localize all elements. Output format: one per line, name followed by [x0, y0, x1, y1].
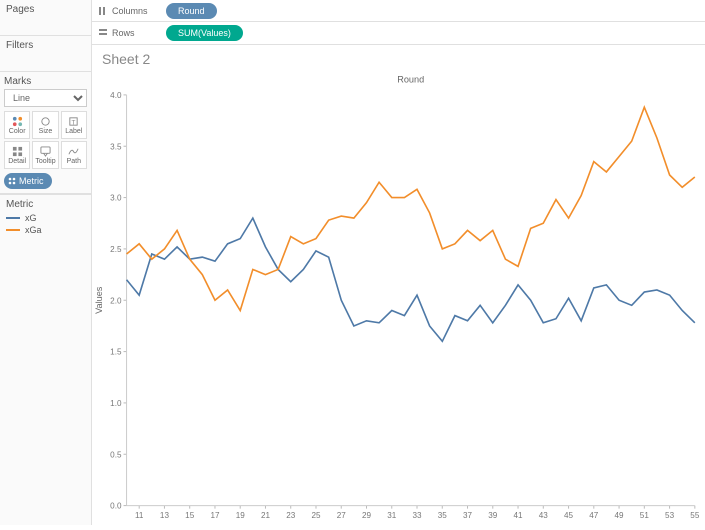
- color-legend: Metric xG xGa: [0, 194, 91, 241]
- rows-shelf[interactable]: Rows SUM(Values): [92, 22, 705, 44]
- x-axis-title: Round: [397, 75, 424, 85]
- y-tick: 2.0: [110, 296, 122, 305]
- legend-swatch: [6, 217, 20, 219]
- sheet-title: Sheet 2: [92, 45, 705, 69]
- main-area: Columns Round Rows SUM(Values) Sheet 2 R…: [92, 0, 705, 525]
- y-tick: 3.5: [110, 142, 122, 151]
- shelves: Columns Round Rows SUM(Values): [92, 0, 705, 45]
- filters-shelf[interactable]: Filters: [0, 36, 91, 72]
- size-card[interactable]: Size: [32, 111, 58, 139]
- pages-shelf[interactable]: Pages: [0, 0, 91, 36]
- legend-label: xG: [25, 213, 37, 223]
- marks-metric-pill[interactable]: Metric: [4, 173, 52, 189]
- series-xG: [127, 218, 695, 341]
- x-tick: 55: [690, 511, 700, 520]
- x-tick: 15: [185, 511, 195, 520]
- legend-title: Metric: [6, 199, 85, 210]
- columns-shelf[interactable]: Columns Round: [92, 0, 705, 22]
- y-tick: 3.0: [110, 194, 122, 203]
- rows-icon: [98, 28, 108, 38]
- x-tick: 29: [362, 511, 372, 520]
- y-tick: 4.0: [110, 91, 122, 100]
- color-legend-icon: [8, 177, 16, 185]
- left-panel: Pages Filters Marks Line Color Size T La…: [0, 0, 92, 525]
- x-tick: 39: [488, 511, 498, 520]
- x-tick: 27: [337, 511, 347, 520]
- marks-grid: Color Size T Label Detail Tooltip Path: [4, 111, 87, 169]
- legend-label: xGa: [25, 225, 42, 235]
- x-tick: 53: [665, 511, 675, 520]
- x-tick: 17: [210, 511, 220, 520]
- x-tick: 51: [640, 511, 650, 520]
- detail-card[interactable]: Detail: [4, 141, 30, 169]
- color-card[interactable]: Color: [4, 111, 30, 139]
- x-tick: 23: [286, 511, 296, 520]
- x-tick: 31: [387, 511, 397, 520]
- rows-shelf-label: Rows: [98, 28, 158, 38]
- y-tick: 2.5: [110, 245, 122, 254]
- chart-area[interactable]: Round Values 0.0 0.5 1.0 1.5 2.0 2.5 3.0 3.5 4.0 11…: [92, 69, 705, 527]
- legend-swatch: [6, 229, 20, 231]
- legend-item[interactable]: xGa: [6, 225, 85, 235]
- x-tick: 19: [236, 511, 246, 520]
- svg-text:T: T: [72, 119, 76, 126]
- color-icon: [12, 116, 23, 127]
- y-axis-title: Values: [94, 286, 104, 314]
- y-tick: 1.5: [110, 348, 122, 357]
- marks-label: Marks: [4, 76, 87, 87]
- y-tick: 1.0: [110, 399, 122, 408]
- x-tick: 49: [615, 511, 625, 520]
- tooltip-icon: [40, 146, 51, 157]
- columns-icon: [98, 6, 108, 16]
- x-tick: 33: [412, 511, 422, 520]
- label-card[interactable]: T Label: [61, 111, 87, 139]
- x-tick: 43: [539, 511, 549, 520]
- x-tick: 21: [261, 511, 271, 520]
- mark-type-select[interactable]: Line: [4, 89, 87, 107]
- marks-card: Marks Line Color Size T Label Detail: [0, 72, 91, 194]
- x-tick: 45: [564, 511, 574, 520]
- x-tick: 35: [438, 511, 448, 520]
- x-tick: 37: [463, 511, 473, 520]
- columns-shelf-label: Columns: [98, 6, 158, 16]
- filters-label: Filters: [6, 40, 85, 51]
- path-card[interactable]: Path: [61, 141, 87, 169]
- x-tick: 25: [311, 511, 321, 520]
- detail-icon: [12, 146, 23, 157]
- series-xGa: [127, 107, 695, 310]
- x-tick: 41: [514, 511, 524, 520]
- x-tick: 13: [160, 511, 170, 520]
- path-icon: [68, 146, 79, 157]
- y-tick: 0.5: [110, 450, 122, 459]
- size-icon: [40, 116, 51, 127]
- line-chart: Round Values 0.0 0.5 1.0 1.5 2.0 2.5 3.0 3.5 4.0 11…: [92, 69, 705, 527]
- rows-pill-values[interactable]: SUM(Values): [166, 25, 243, 41]
- label-icon: T: [68, 116, 79, 127]
- columns-pill-round[interactable]: Round: [166, 3, 217, 19]
- y-tick: 0.0: [110, 502, 122, 511]
- tooltip-card[interactable]: Tooltip: [32, 141, 58, 169]
- x-tick: 11: [135, 511, 144, 520]
- x-tick: 47: [589, 511, 599, 520]
- pages-label: Pages: [6, 4, 85, 15]
- legend-item[interactable]: xG: [6, 213, 85, 223]
